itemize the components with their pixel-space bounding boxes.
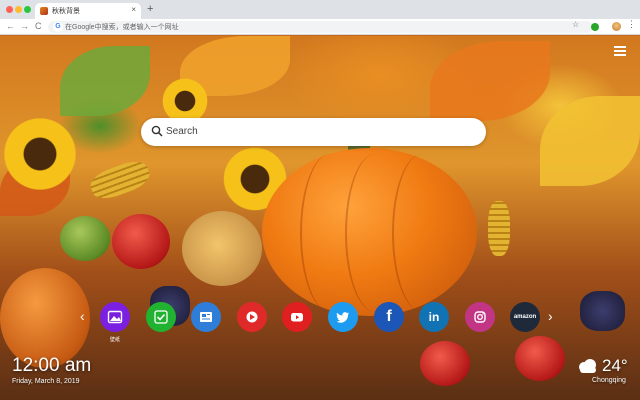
shortcuts-prev-arrow[interactable]: ‹ (80, 308, 85, 324)
shortcut-news[interactable] (191, 302, 221, 332)
linkedin-icon: in (428, 310, 440, 324)
new-tab-page: Search ‹ › 壁纸 f in amazon 12:00 am Frida… (0, 36, 640, 400)
active-tab[interactable]: 秋秋背景 × (35, 3, 141, 19)
tab-strip: 秋秋背景 × + (0, 0, 640, 19)
bookmark-star-icon[interactable]: ☆ (572, 20, 579, 29)
extension-icon[interactable] (591, 23, 599, 31)
instagram-icon (474, 311, 486, 323)
news-icon (200, 312, 212, 322)
twitter-icon (336, 312, 349, 323)
amazon-icon: amazon (513, 314, 537, 320)
google-icon: G (53, 22, 63, 32)
game-icon (246, 311, 258, 323)
shortcut-amazon[interactable]: amazon (510, 302, 540, 332)
shortcut-linkedin[interactable]: in (419, 302, 449, 332)
weather-temperature: 24° (602, 356, 628, 375)
shortcut-game[interactable] (237, 302, 267, 332)
weather-city: Chongqing (592, 377, 626, 384)
clock-date: Friday, March 8, 2019 (12, 378, 80, 385)
youtube-icon (291, 313, 303, 322)
tab-favicon-icon (40, 7, 48, 15)
back-button[interactable]: ← (6, 21, 15, 31)
minimize-window-button[interactable] (15, 6, 22, 13)
address-bar[interactable]: G 在Google中搜索，或者输入一个网址 (48, 21, 593, 33)
shortcut-twitter[interactable] (328, 302, 358, 332)
forward-button[interactable]: → (20, 21, 29, 31)
close-window-button[interactable] (6, 6, 13, 13)
page-menu-icon[interactable] (614, 46, 626, 56)
search-icon (151, 125, 163, 137)
search-box[interactable]: Search (141, 118, 486, 146)
shortcut-instagram[interactable] (465, 302, 495, 332)
shortcut-wallpaper[interactable] (100, 302, 130, 332)
browser-toolbar: ← → C G 在Google中搜索，或者输入一个网址 ☆ ⋮ (0, 19, 640, 35)
tab-close-icon[interactable]: × (131, 5, 136, 14)
facebook-icon: f (386, 308, 392, 325)
image-icon (107, 310, 123, 324)
shortcut-checklist[interactable] (146, 302, 176, 332)
new-tab-button[interactable]: + (147, 3, 153, 15)
clock-time: 12:00 am (12, 355, 92, 376)
shortcuts-next-arrow[interactable]: › (548, 308, 553, 324)
check-icon (154, 310, 168, 324)
reload-button[interactable]: C (35, 21, 42, 31)
tab-title: 秋秋背景 (52, 8, 80, 15)
shortcut-facebook[interactable]: f (374, 302, 404, 332)
search-placeholder: Search (166, 126, 198, 137)
profile-avatar[interactable] (612, 22, 621, 31)
shortcut-wallpaper-label: 壁纸 (109, 337, 120, 343)
maximize-window-button[interactable] (24, 6, 31, 13)
cloudy-weather-icon (579, 359, 596, 373)
shortcut-youtube[interactable] (282, 302, 312, 332)
browser-menu-icon[interactable]: ⋮ (627, 19, 636, 30)
address-bar-placeholder: 在Google中搜索，或者输入一个网址 (65, 24, 179, 31)
